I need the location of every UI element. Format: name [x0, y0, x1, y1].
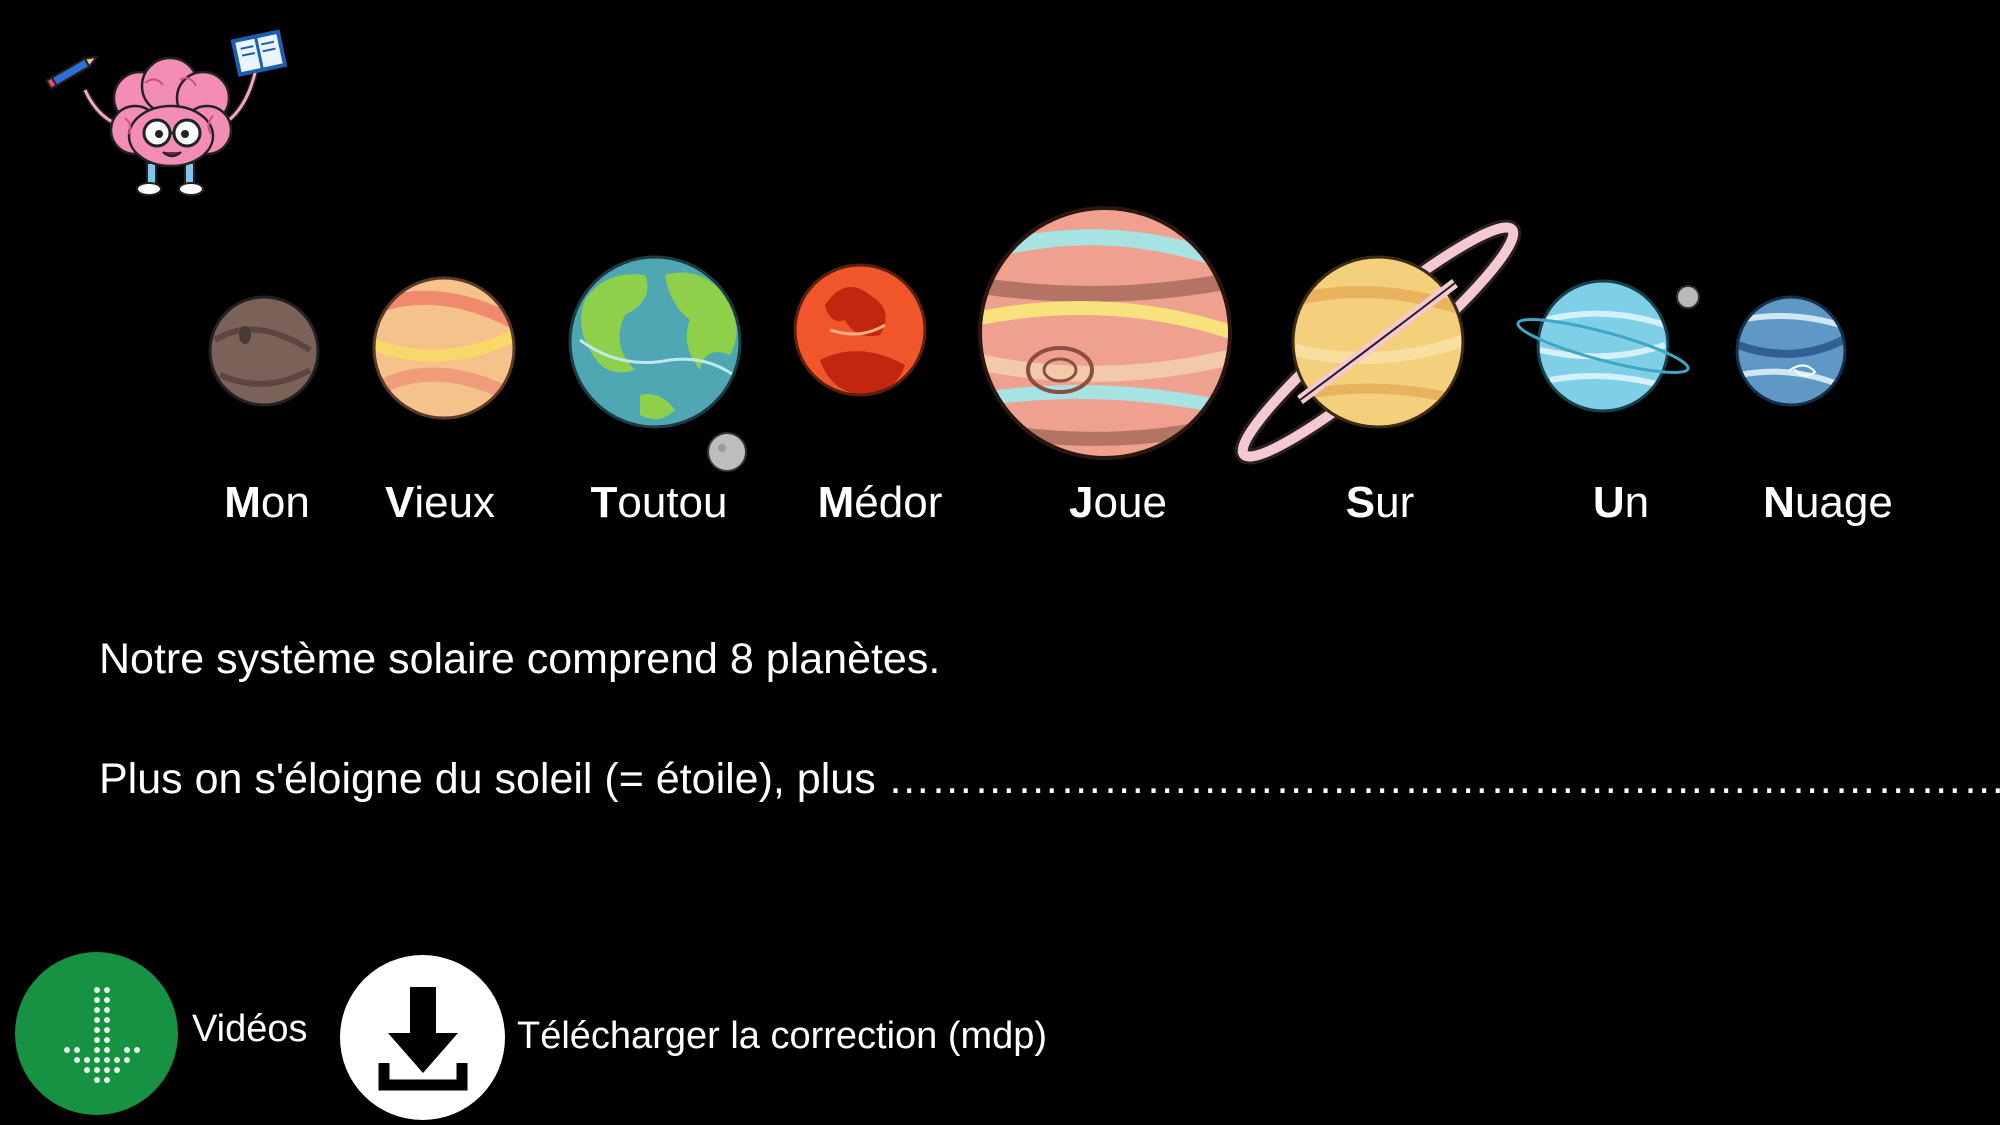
planet-label-mercury: Mon	[224, 478, 310, 527]
planet-label-earth: Toutou	[590, 478, 728, 527]
planet-mars	[793, 263, 927, 397]
planet-label-neptune: Nuage	[1763, 478, 1893, 527]
download-icon	[378, 987, 468, 1091]
planet-mercury	[208, 295, 320, 407]
planet-label-venus: Vieux	[384, 478, 496, 527]
planet-earth	[568, 255, 747, 472]
brain-mascot-icon	[45, 29, 288, 196]
planet-label-saturn: Sur	[1345, 478, 1415, 527]
planet-jupiter	[978, 206, 1232, 460]
planet-label-mars: Médor	[817, 478, 943, 527]
fill-in-blank-sentence: Plus on s'éloigne du soleil (= étoile), …	[99, 755, 2000, 803]
planet-neptune	[1735, 295, 1847, 407]
planet-saturn	[1234, 219, 1522, 465]
download-button[interactable]	[340, 955, 505, 1120]
videos-label[interactable]: Vidéos	[192, 1008, 308, 1051]
videos-button[interactable]	[15, 952, 178, 1115]
download-correction-label[interactable]: Télécharger la correction (mdp)	[517, 1015, 1047, 1058]
planet-label-jupiter: Joue	[1069, 478, 1167, 527]
arrow-down-dotted-icon	[64, 987, 140, 1083]
planet-label-uranus: Un	[1592, 478, 1650, 527]
solar-system-statement: Notre système solaire comprend 8 planète…	[99, 635, 941, 683]
planet-uranus	[1516, 279, 1700, 413]
planets-illustration	[208, 206, 1847, 472]
planet-venus	[372, 276, 516, 420]
